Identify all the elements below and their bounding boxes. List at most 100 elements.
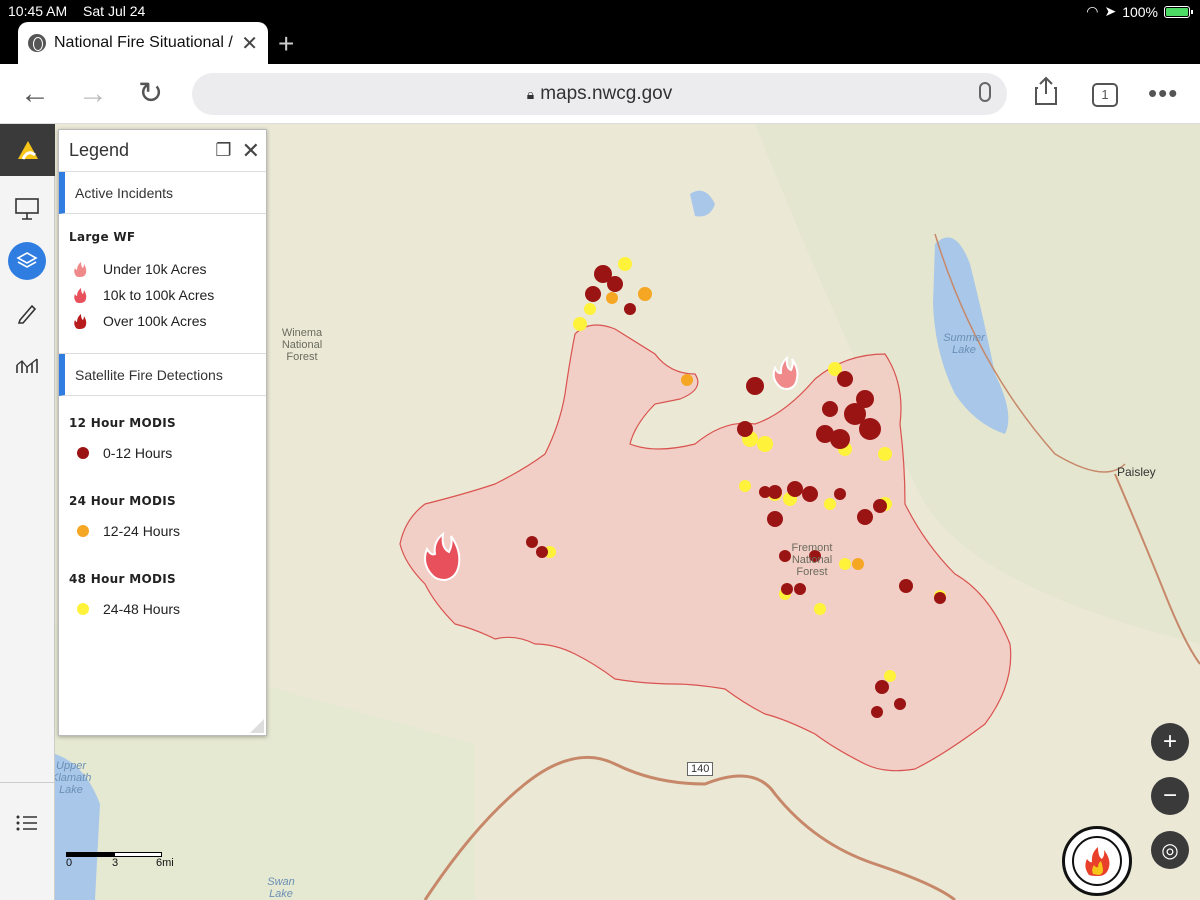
close-icon[interactable]: ✕ bbox=[242, 138, 260, 164]
legend-panel: Legend ❐ ✕ Active Incidents Large WF Und… bbox=[58, 129, 267, 736]
scale-label: 6mi bbox=[156, 857, 174, 869]
detection-point bbox=[746, 377, 764, 395]
status-date: Sat Jul 24 bbox=[83, 3, 146, 19]
flame-icon bbox=[74, 288, 87, 303]
mic-icon[interactable] bbox=[979, 82, 991, 102]
battery-icon bbox=[1164, 5, 1193, 18]
detection-point bbox=[822, 401, 838, 417]
restore-window-icon[interactable]: ❐ bbox=[215, 140, 231, 164]
detection-point bbox=[859, 418, 881, 440]
detection-point bbox=[899, 579, 913, 593]
reload-icon[interactable]: ↻ bbox=[138, 76, 163, 112]
new-tab-button[interactable]: + bbox=[278, 28, 294, 60]
legend-item-label: 24-48 Hours bbox=[103, 601, 181, 617]
zoom-out-button[interactable]: − bbox=[1151, 777, 1189, 815]
status-time: 10:45 AM bbox=[8, 3, 68, 19]
detection-point bbox=[638, 287, 652, 301]
browser-tab[interactable]: National Fire Situational / ✕ bbox=[18, 22, 268, 64]
layers-icon[interactable] bbox=[8, 242, 46, 280]
legend-section-satellite[interactable]: Satellite Fire Detections bbox=[59, 354, 266, 396]
detection-point bbox=[624, 303, 636, 315]
map-label-lake: Upper Klamath Lake bbox=[55, 760, 92, 796]
scale-bar: 0 3 6mi bbox=[66, 852, 174, 869]
address-bar[interactable]: 🔒︎ maps.nwcg.gov bbox=[192, 73, 1007, 115]
detection-point bbox=[757, 436, 773, 452]
legend-section-active-incidents[interactable]: Active Incidents bbox=[59, 172, 266, 214]
interagency-fire-center-seal-logo bbox=[1062, 826, 1132, 896]
detection-point bbox=[794, 583, 806, 595]
legend-item: 12-24 Hours bbox=[59, 518, 266, 544]
list-icon[interactable] bbox=[8, 804, 46, 842]
legend-header: Legend ❐ ✕ bbox=[59, 130, 266, 172]
detection-point bbox=[781, 583, 793, 595]
browser-tab-bar: National Fire Situational / ✕ + bbox=[0, 22, 1200, 64]
browser-toolbar: ← → ↻ 🔒︎ maps.nwcg.gov 1 ••• bbox=[0, 64, 1200, 124]
resize-handle[interactable] bbox=[250, 719, 264, 733]
forward-icon[interactable]: → bbox=[78, 76, 108, 112]
legend-subheading: 12 Hour MODIS bbox=[69, 416, 176, 430]
detection-point bbox=[873, 499, 887, 513]
legend-item: 24-48 Hours bbox=[59, 596, 266, 622]
more-icon[interactable]: ••• bbox=[1148, 78, 1178, 109]
map-label-town: Paisley bbox=[1117, 465, 1156, 479]
legend-item-label: 0-12 Hours bbox=[103, 445, 173, 461]
locate-icon[interactable]: ◎ bbox=[1151, 831, 1189, 869]
legend-subheading: 48 Hour MODIS bbox=[69, 572, 176, 586]
back-icon[interactable]: ← bbox=[20, 76, 50, 112]
map-label-lake: Swan Lake bbox=[267, 876, 295, 900]
detection-point bbox=[536, 546, 548, 558]
lock-icon: 🔒︎ bbox=[526, 85, 535, 102]
presentation-icon[interactable] bbox=[8, 190, 46, 228]
detection-point bbox=[852, 558, 864, 570]
share-icon[interactable] bbox=[1034, 76, 1058, 111]
tab-title: National Fire Situational / bbox=[54, 34, 233, 51]
detection-point bbox=[871, 706, 883, 718]
detection-point bbox=[884, 670, 896, 682]
detection-point bbox=[834, 488, 846, 500]
highway-shield: 140 bbox=[687, 762, 714, 776]
legend-title: Legend bbox=[69, 140, 130, 160]
legend-subheading: 24 Hour MODIS bbox=[69, 494, 176, 508]
detection-point bbox=[767, 511, 783, 527]
url-text: maps.nwcg.gov bbox=[540, 83, 673, 104]
chart-icon[interactable] bbox=[8, 346, 46, 384]
detection-point bbox=[573, 317, 587, 331]
legend-item: 0-12 Hours bbox=[59, 440, 266, 466]
flame-icon bbox=[74, 314, 87, 329]
detection-point bbox=[856, 390, 874, 408]
detection-point bbox=[894, 698, 906, 710]
map-label-forest: Fremont National Forest bbox=[791, 542, 833, 578]
detection-point bbox=[526, 536, 538, 548]
ios-status-bar: 10:45 AM Sat Jul 24 ◠ ➤ 100% bbox=[0, 0, 1200, 22]
detection-point bbox=[584, 303, 596, 315]
detection-point bbox=[759, 486, 771, 498]
detection-point bbox=[739, 480, 751, 492]
app-logo-icon[interactable] bbox=[0, 124, 55, 176]
detection-point bbox=[824, 498, 836, 510]
detection-point bbox=[606, 292, 618, 304]
globe-icon bbox=[28, 34, 46, 52]
detection-point bbox=[875, 680, 889, 694]
detection-point bbox=[814, 603, 826, 615]
map-sidebar bbox=[0, 124, 55, 900]
flame-icon bbox=[74, 262, 87, 277]
dot-icon bbox=[77, 603, 89, 615]
legend-item-label: Over 100k Acres bbox=[103, 313, 207, 329]
detection-point bbox=[585, 286, 601, 302]
legend-item-label: 12-24 Hours bbox=[103, 523, 181, 539]
legend-item: Over 100k Acres bbox=[59, 308, 266, 334]
battery-percent: 100% bbox=[1122, 3, 1158, 20]
legend-item-label: 10k to 100k Acres bbox=[103, 287, 215, 303]
legend-item-label: Under 10k Acres bbox=[103, 261, 207, 277]
detection-point bbox=[837, 371, 853, 387]
pencil-icon[interactable] bbox=[8, 294, 46, 332]
detection-point bbox=[878, 447, 892, 461]
legend-item: 10k to 100k Acres bbox=[59, 282, 266, 308]
detection-point bbox=[737, 421, 753, 437]
detection-point bbox=[681, 374, 693, 386]
legend-subheading: Large WF bbox=[69, 230, 136, 244]
zoom-in-button[interactable]: + bbox=[1151, 723, 1189, 761]
tab-count-button[interactable]: 1 bbox=[1092, 83, 1118, 107]
detection-point bbox=[934, 592, 946, 604]
close-tab-icon[interactable]: ✕ bbox=[241, 31, 258, 56]
